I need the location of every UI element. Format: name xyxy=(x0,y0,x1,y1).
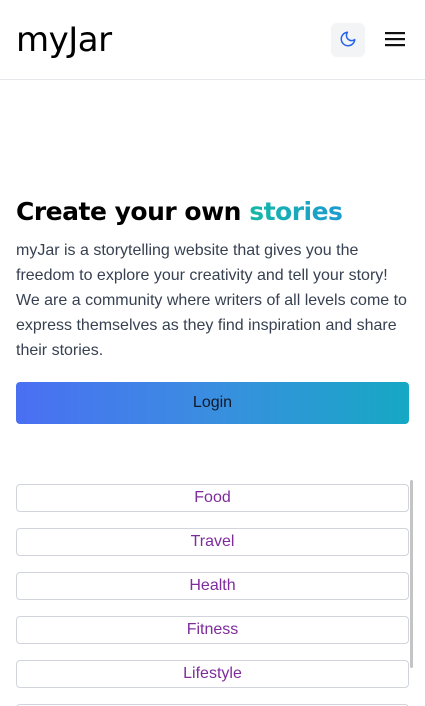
category-item-travel[interactable]: Travel xyxy=(16,528,409,556)
hero-description: myJar is a storytelling website that giv… xyxy=(16,242,407,359)
hero-title-prefix: Create your own xyxy=(16,197,250,226)
category-item-fitness[interactable]: Fitness xyxy=(16,616,409,644)
category-item-lifestyle[interactable]: Lifestyle xyxy=(16,660,409,688)
category-list: Food Travel Health Fitness Lifestyle xyxy=(16,484,409,706)
login-button[interactable]: Login xyxy=(16,382,409,424)
top-navbar: myJar xyxy=(0,0,425,80)
category-item-food[interactable]: Food xyxy=(16,484,409,512)
category-item-health[interactable]: Health xyxy=(16,572,409,600)
menu-button[interactable] xyxy=(383,28,407,52)
hamburger-menu-icon xyxy=(385,31,405,50)
moon-icon xyxy=(339,30,357,51)
hero-title: Create your own stories xyxy=(16,196,416,228)
category-list-scrollbar[interactable] xyxy=(410,480,413,668)
theme-toggle-button[interactable] xyxy=(331,23,365,57)
site-logo[interactable]: myJar xyxy=(16,20,112,60)
hero-title-accent: stories xyxy=(249,197,343,226)
